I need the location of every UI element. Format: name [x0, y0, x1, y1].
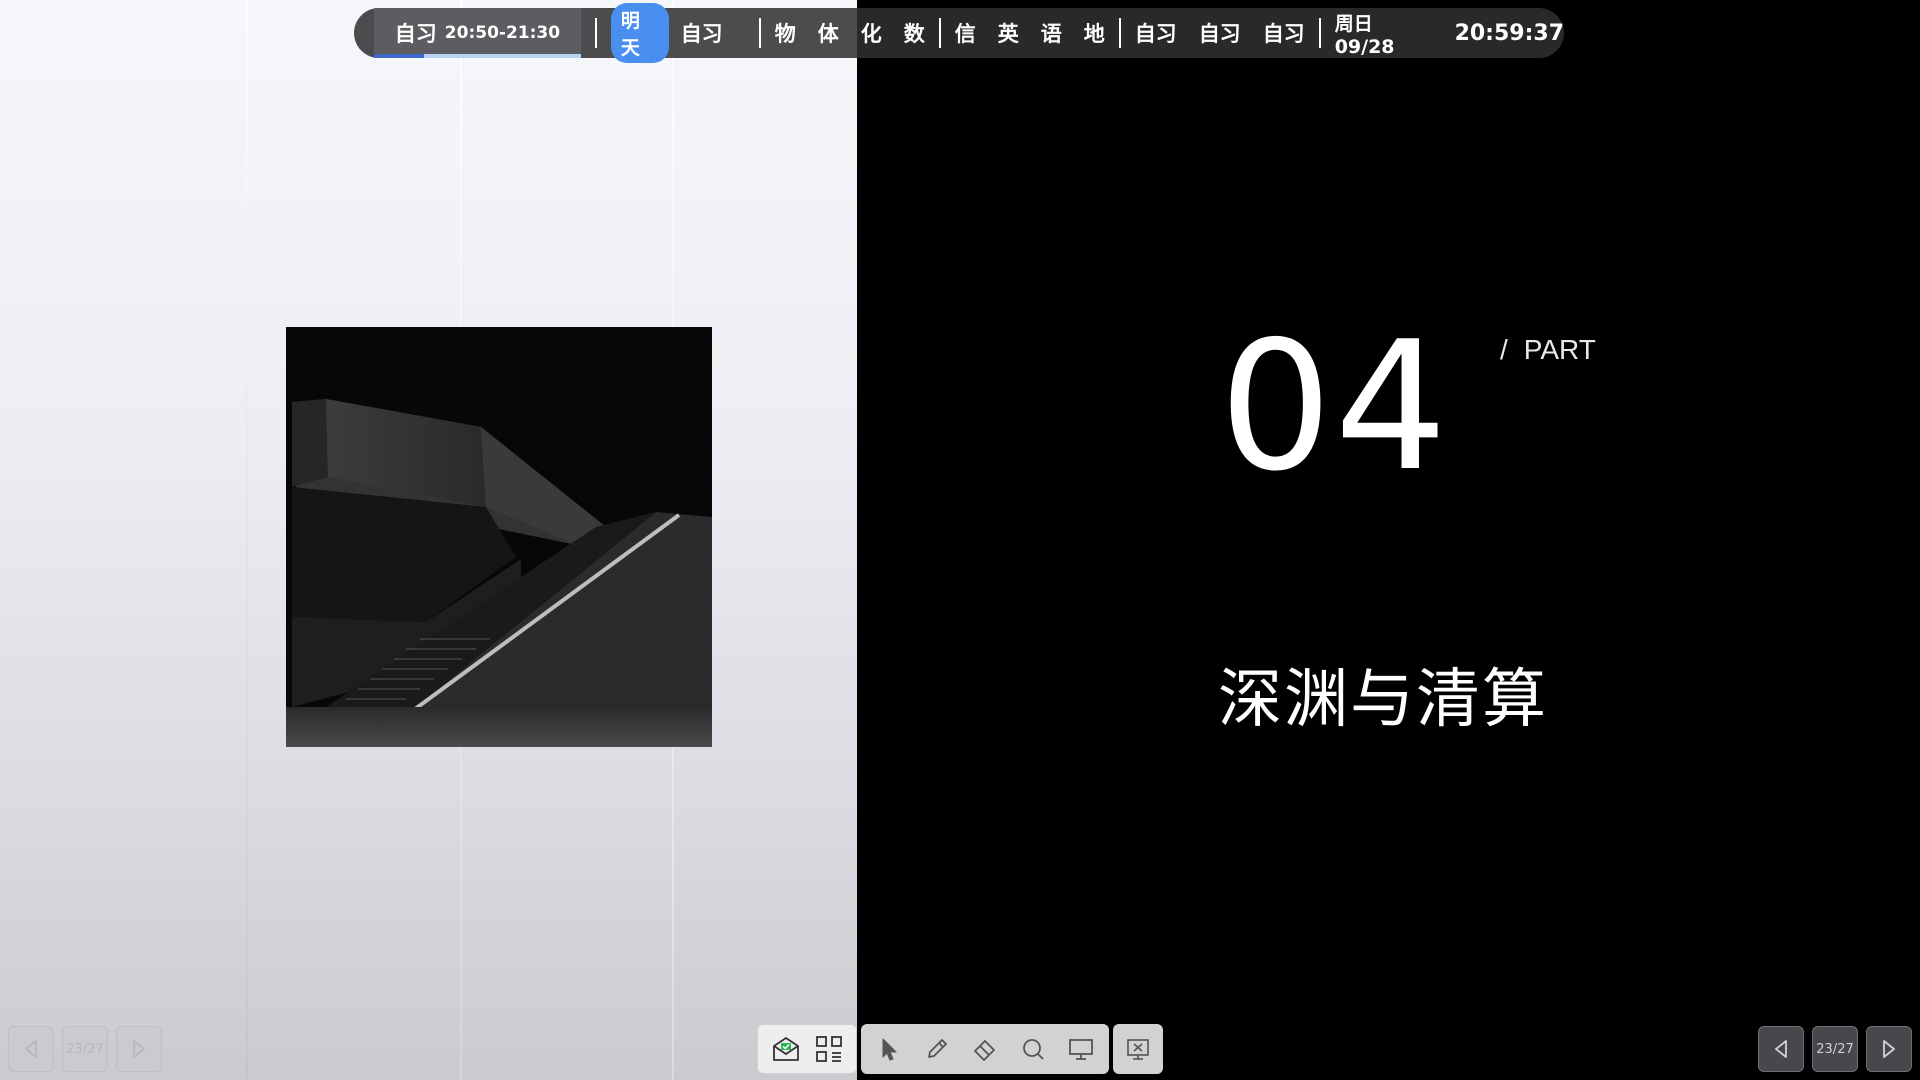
class-schedule-bar: 自习 20:50-21:30 明天 自习 物 体 化 数 信 英 语 地 自习 … — [354, 3, 1565, 63]
apps-grid-icon[interactable] — [813, 1033, 845, 1065]
close-slideshow-button[interactable] — [1113, 1024, 1163, 1074]
cursor-icon[interactable] — [875, 1035, 903, 1063]
date-label: 周日 09/28 — [1334, 12, 1395, 58]
subject-item: 自习 — [1134, 22, 1177, 46]
mail-icon[interactable] — [770, 1033, 802, 1065]
separator — [594, 18, 597, 48]
eraser-icon[interactable] — [971, 1035, 999, 1063]
slide-left-panel — [0, 0, 857, 1080]
triangle-right-icon — [133, 1040, 145, 1058]
separator — [938, 18, 941, 48]
staircase-photo — [286, 327, 712, 747]
subject-item: 化 — [860, 22, 882, 46]
subject-item: 地 — [1083, 22, 1105, 46]
subject-item: 英 — [997, 22, 1019, 46]
subject-item: 自习 — [680, 22, 723, 46]
search-icon[interactable] — [1019, 1035, 1047, 1063]
separator — [1318, 18, 1321, 48]
period-progress-track — [374, 54, 581, 58]
current-time-range: 20:50-21:30 — [444, 23, 561, 43]
tomorrow-chip: 明天 — [610, 3, 669, 63]
separator — [1118, 18, 1121, 48]
part-number: 04 — [1219, 303, 1450, 510]
section-title: 深渊与清算 — [1218, 663, 1548, 737]
page-indicator-right[interactable]: 23/27 — [1812, 1026, 1858, 1072]
current-subject: 自习 — [394, 22, 437, 46]
clock-label: 20:59:37 — [1454, 20, 1565, 46]
subject-item: 信 — [954, 22, 976, 46]
period-progress-fill — [374, 54, 424, 58]
triangle-left-icon — [1775, 1040, 1787, 1058]
quick-apps-box — [757, 1024, 857, 1074]
current-period-block: 自习 20:50-21:30 — [374, 8, 581, 58]
subject-item: 自习 — [1262, 22, 1305, 46]
slide-right-panel — [857, 0, 1920, 1080]
subject-item: 体 — [817, 22, 839, 46]
triangle-left-icon — [25, 1040, 37, 1058]
screen-icon[interactable] — [1067, 1035, 1095, 1063]
page-indicator-left[interactable]: 23/27 — [62, 1026, 108, 1072]
subject-item: 数 — [903, 22, 925, 46]
next-page-button-right[interactable] — [1866, 1026, 1912, 1072]
part-text: PART — [1523, 334, 1596, 365]
annotation-toolbar — [861, 1024, 1109, 1074]
vertical-divider-line — [246, 0, 248, 1080]
separator — [758, 18, 761, 48]
subject-item: 物 — [774, 22, 796, 46]
prev-page-button[interactable] — [8, 1026, 54, 1072]
pen-icon[interactable] — [923, 1035, 951, 1063]
close-slideshow-icon — [1127, 1039, 1149, 1060]
prev-page-button-right[interactable] — [1758, 1026, 1804, 1072]
desktop-stage: 04 / PART 深渊与清算 自习 20:50-21:30 明天 自习 物 体 … — [0, 0, 1920, 1080]
next-page-button[interactable] — [116, 1026, 162, 1072]
part-label: / PART — [1500, 334, 1596, 366]
subject-item: 语 — [1040, 22, 1062, 46]
triangle-right-icon — [1883, 1040, 1895, 1058]
subject-item: 自习 — [1198, 22, 1241, 46]
part-slash: / — [1500, 334, 1508, 365]
